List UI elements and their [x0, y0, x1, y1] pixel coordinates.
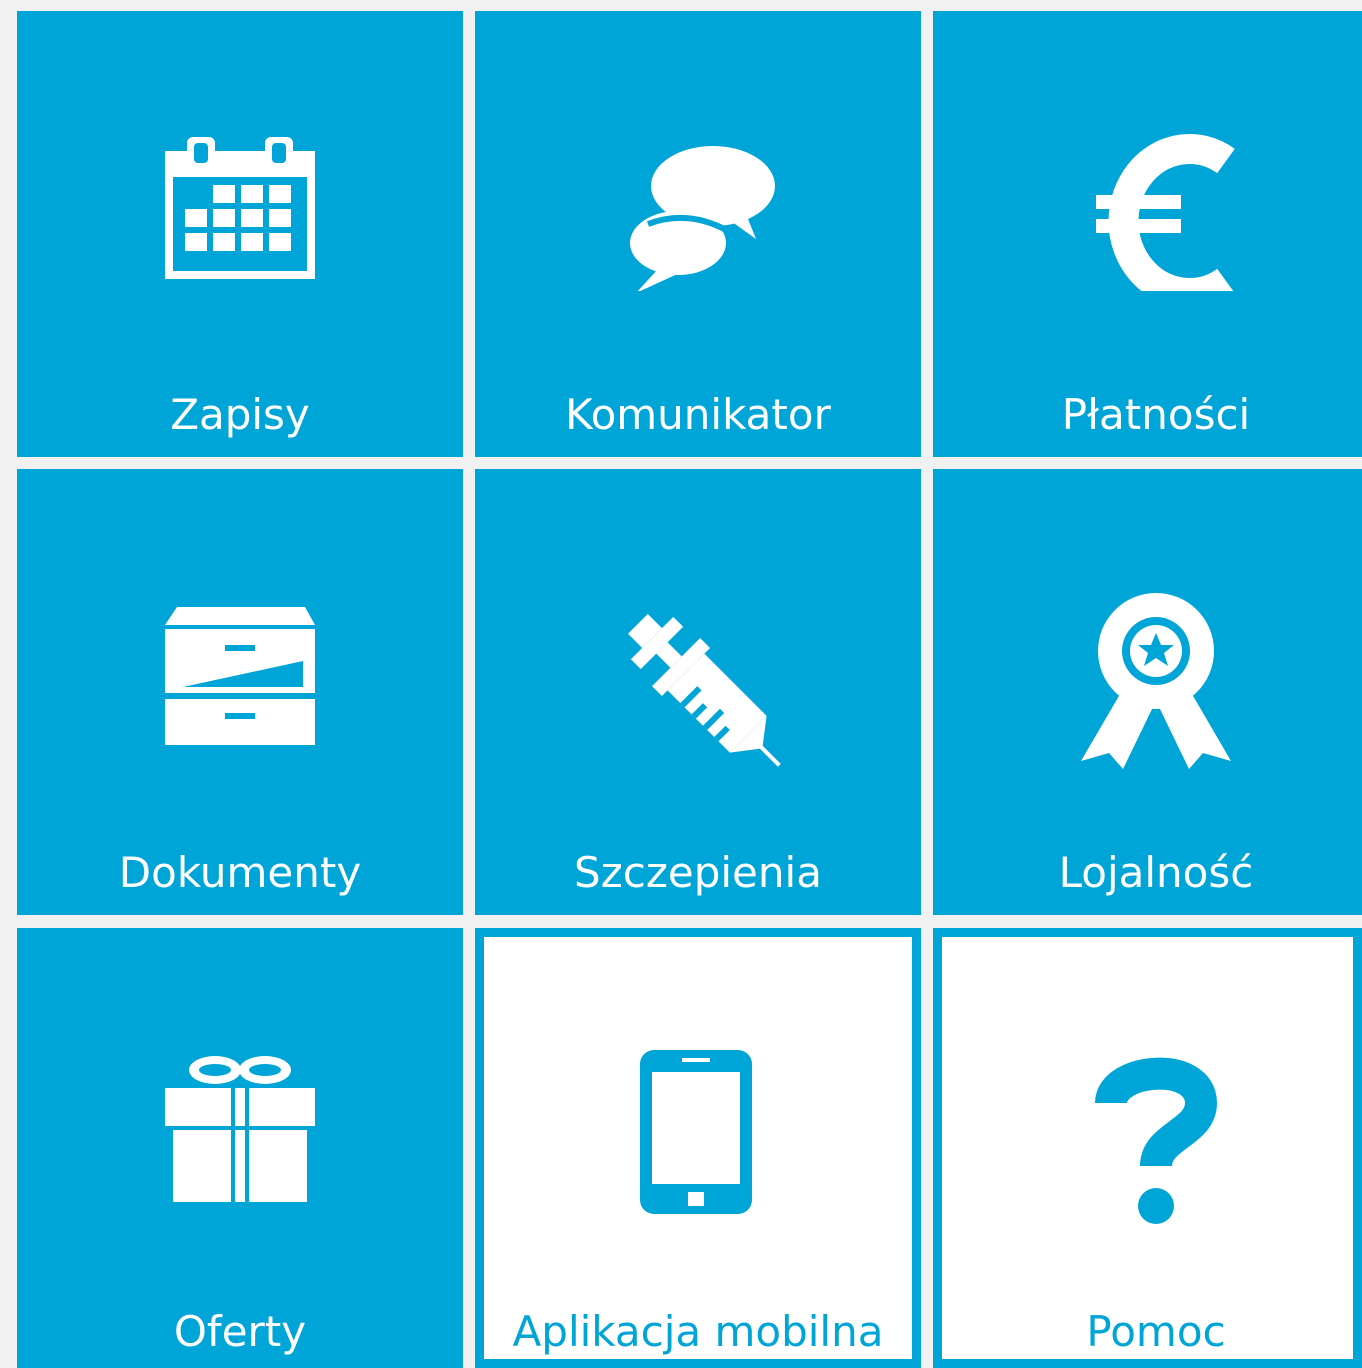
question-mark-icon: [942, 1048, 1353, 1248]
tile-label: Zapisy: [170, 390, 310, 439]
tile-label: Płatności: [1061, 390, 1251, 439]
euro-icon: [933, 131, 1362, 331]
chat-icon: [475, 131, 921, 331]
tile-platnosci[interactable]: Płatności: [933, 11, 1362, 457]
tile-dokumenty[interactable]: Dokumenty: [17, 469, 463, 915]
menu-tile-grid: Zapisy Komunikator Płatności Dokumenty S…: [0, 0, 1362, 1368]
tile-label: Komunikator: [565, 390, 831, 439]
tile-label: Szczepienia: [574, 848, 822, 897]
calendar-icon: [17, 131, 463, 331]
award-ribbon-icon: [933, 589, 1362, 789]
file-cabinet-icon: [17, 589, 463, 789]
gift-icon: [17, 1048, 463, 1248]
syringe-icon: [475, 589, 921, 789]
tile-oferty[interactable]: Oferty: [17, 928, 463, 1368]
tile-aplikacja-mobilna[interactable]: Aplikacja mobilna: [475, 928, 921, 1368]
tile-zapisy[interactable]: Zapisy: [17, 11, 463, 457]
tile-szczepienia[interactable]: Szczepienia: [475, 469, 921, 915]
mobile-phone-icon: [484, 1048, 912, 1248]
tile-label: Pomoc: [1086, 1307, 1226, 1356]
tile-label: Dokumenty: [118, 848, 362, 897]
tile-komunikator[interactable]: Komunikator: [475, 11, 921, 457]
tile-label: Oferty: [173, 1307, 307, 1356]
tile-label: Aplikacja mobilna: [512, 1307, 884, 1356]
tile-lojalnosc[interactable]: Lojalność: [933, 469, 1362, 915]
tile-pomoc[interactable]: Pomoc: [933, 928, 1362, 1368]
tile-label: Lojalność: [1058, 848, 1254, 897]
